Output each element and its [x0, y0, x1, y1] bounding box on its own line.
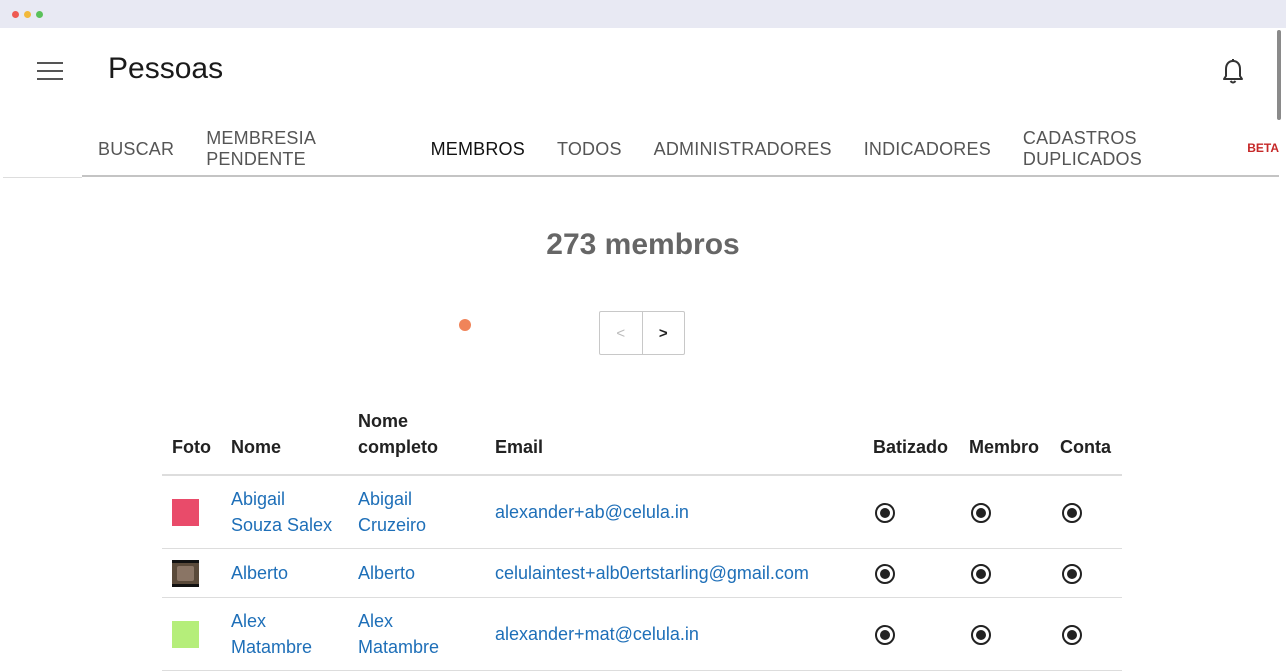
name-cell: Alex Matambre	[221, 597, 348, 671]
full-name-line2: Cruzeiro	[358, 515, 427, 535]
col-header-nome-completo[interactable]: Nome completo	[348, 408, 485, 476]
batizado-cell	[863, 597, 959, 671]
member-email-link[interactable]: celulaintest+alb0ertstarling@gmail.com	[495, 563, 809, 583]
full-name-line1: Alex	[358, 610, 394, 631]
full-name-line2: Matambre	[358, 636, 440, 657]
member-name-line1: Abigail	[231, 489, 286, 509]
member-name-line2: Souza Salex	[231, 515, 333, 535]
avatar[interactable]	[172, 559, 199, 587]
members-table: Foto Nome Nome completo Email Batizado M…	[162, 408, 1122, 671]
email-cell: celulaintest+alb0ertstarling@gmail.com	[485, 548, 863, 598]
photo-cell	[162, 475, 221, 549]
tab-membresia-pendente[interactable]: MEMBRESIA PENDENTE	[190, 128, 414, 170]
maximize-window-dot[interactable]	[36, 11, 43, 18]
minimize-window-dot[interactable]	[24, 11, 31, 18]
full-name-line1: Abigail	[358, 489, 413, 509]
conta-cell	[1050, 548, 1122, 598]
tab-buscar[interactable]: BUSCAR	[82, 139, 190, 160]
col-header-conta[interactable]: Conta	[1050, 408, 1122, 476]
batizado-radio[interactable]	[875, 624, 895, 645]
divider	[3, 177, 82, 178]
membro-cell	[959, 548, 1050, 598]
previous-page-button[interactable]: <	[600, 312, 643, 354]
member-name-link[interactable]: Alex Matambre	[231, 611, 312, 657]
page-title: Pessoas	[108, 52, 224, 85]
membro-cell	[959, 475, 1050, 549]
tab-membros[interactable]: MEMBROS	[415, 139, 541, 160]
bell-icon[interactable]	[1221, 58, 1245, 86]
avatar[interactable]	[172, 498, 199, 526]
table-row[interactable]: Abigail Souza Salex Abigail Cruzeiro alexa…	[162, 475, 1122, 549]
name-cell: Abigail Souza Salex	[221, 475, 348, 549]
conta-radio[interactable]	[1062, 563, 1082, 584]
col-header-nome-completo-line1: Nome	[358, 411, 409, 431]
members-count: 273 membros	[546, 228, 740, 261]
member-name-line1: Alex	[231, 610, 267, 631]
tab-bar: BUSCAR MEMBRESIA PENDENTE MEMBROS TODOS …	[82, 123, 1279, 177]
table-header-row: Foto Nome Nome completo Email Batizado M…	[162, 408, 1122, 476]
member-name-line2: Matambre	[231, 636, 313, 657]
close-window-dot[interactable]	[12, 11, 19, 18]
conta-radio[interactable]	[1062, 503, 1082, 523]
col-header-batizado[interactable]: Batizado	[863, 408, 959, 476]
full-name-cell: Alberto	[348, 548, 485, 598]
menu-icon[interactable]	[37, 62, 63, 82]
batizado-cell	[863, 475, 959, 549]
tab-administradores[interactable]: ADMINISTRADORES	[638, 139, 848, 160]
avatar[interactable]	[172, 620, 199, 648]
membro-cell	[959, 597, 1050, 671]
member-email-link[interactable]: alexander+ab@celula.in	[495, 502, 689, 522]
col-header-nome[interactable]: Nome	[221, 408, 348, 476]
member-full-name-link[interactable]: Abigail Cruzeiro	[358, 489, 426, 535]
loading-indicator	[459, 319, 471, 331]
conta-cell	[1050, 475, 1122, 549]
table-row[interactable]: Alberto Alberto celulaintest+alb0ertstar…	[162, 548, 1122, 598]
pagination: < >	[599, 311, 685, 355]
email-cell: alexander+mat@celula.in	[485, 597, 863, 671]
tab-indicadores[interactable]: INDICADORES	[848, 139, 1007, 160]
col-header-foto[interactable]: Foto	[162, 408, 221, 476]
batizado-radio[interactable]	[875, 503, 895, 523]
batizado-cell	[863, 548, 959, 598]
name-cell: Alberto	[221, 548, 348, 598]
beta-badge: BETA	[1247, 141, 1279, 155]
member-name-link[interactable]: Abigail Souza Salex	[231, 489, 332, 535]
membro-radio[interactable]	[971, 503, 991, 523]
member-email-link[interactable]: alexander+mat@celula.in	[495, 624, 699, 644]
member-name-link[interactable]: Alberto	[231, 563, 288, 583]
tab-cadastros-duplicados[interactable]: CADASTROS DUPLICADOS	[1007, 128, 1253, 170]
next-page-button[interactable]: >	[643, 312, 685, 354]
member-full-name-link[interactable]: Alex Matambre	[358, 611, 439, 657]
email-cell: alexander+ab@celula.in	[485, 475, 863, 549]
membro-radio[interactable]	[971, 563, 991, 584]
conta-radio[interactable]	[1062, 624, 1082, 645]
full-name-cell: Alex Matambre	[348, 597, 485, 671]
full-name-cell: Abigail Cruzeiro	[348, 475, 485, 549]
col-header-nome-completo-line2: completo	[358, 437, 439, 457]
membro-radio[interactable]	[971, 624, 991, 645]
browser-chrome	[0, 0, 1286, 28]
scrollbar[interactable]	[1277, 30, 1281, 120]
photo-cell	[162, 597, 221, 671]
photo-cell	[162, 548, 221, 598]
col-header-membro[interactable]: Membro	[959, 408, 1050, 476]
conta-cell	[1050, 597, 1122, 671]
col-header-email[interactable]: Email	[485, 408, 863, 476]
app-window: Pessoas BUSCAR MEMBRESIA PENDENTE MEMBRO…	[3, 28, 1283, 671]
tab-todos[interactable]: TODOS	[541, 139, 638, 160]
batizado-radio[interactable]	[875, 563, 895, 584]
member-full-name-link[interactable]: Alberto	[358, 563, 415, 583]
table-row[interactable]: Alex Matambre Alex Matambre alexander+mat@…	[162, 597, 1122, 671]
